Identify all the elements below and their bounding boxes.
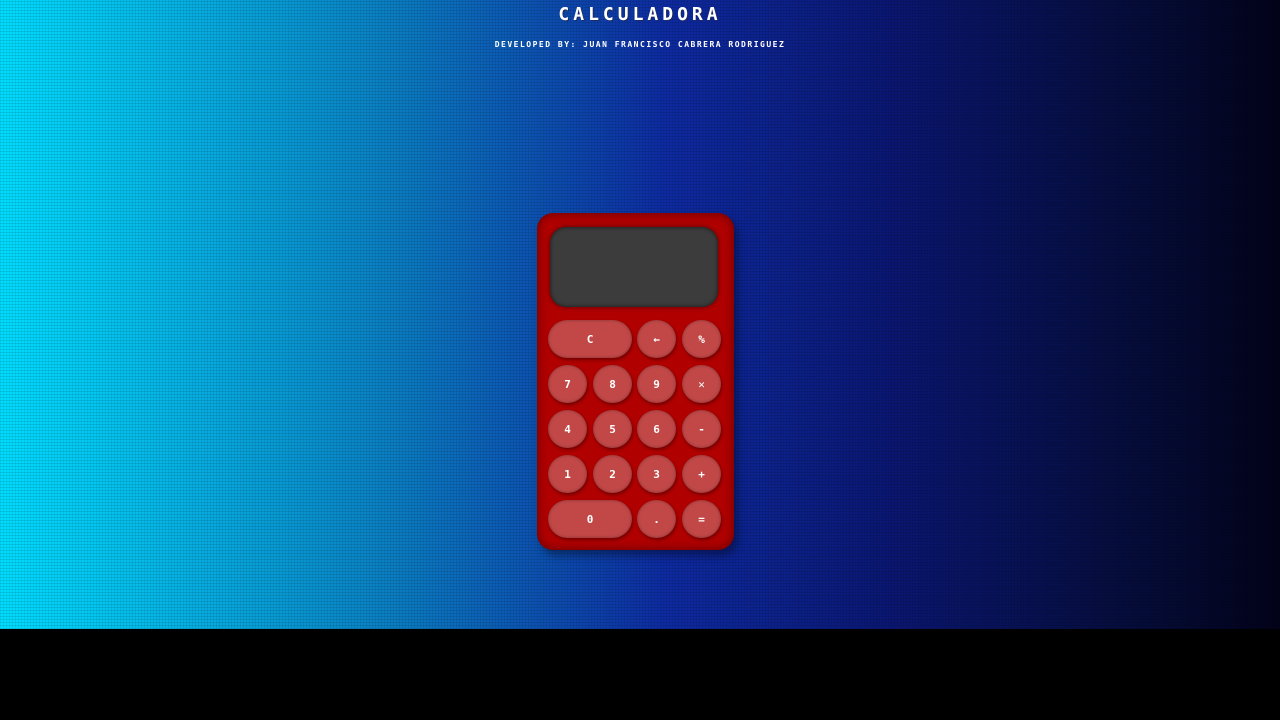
calculator: C ← % 7 8 9 ✕ 4 5 6 - 1 2 3 + 0 . =	[537, 213, 734, 550]
subtract-button[interactable]: -	[682, 410, 721, 448]
equals-button[interactable]: =	[682, 500, 721, 538]
clear-button[interactable]: C	[548, 320, 632, 358]
developer-credit: DEVELOPED BY: JUAN FRANCISCO CABRERA ROD…	[494, 40, 786, 49]
digit-8-button[interactable]: 8	[593, 365, 632, 403]
digit-0-button[interactable]: 0	[548, 500, 632, 538]
decimal-button[interactable]: .	[637, 500, 676, 538]
digit-2-button[interactable]: 2	[593, 455, 632, 493]
multiply-button[interactable]: ✕	[682, 365, 721, 403]
digit-4-button[interactable]: 4	[548, 410, 587, 448]
digit-5-button[interactable]: 5	[593, 410, 632, 448]
calculator-display	[550, 227, 718, 307]
page-title: CALCULADORA	[558, 4, 722, 25]
percent-button[interactable]: %	[682, 320, 721, 358]
digit-3-button[interactable]: 3	[637, 455, 676, 493]
digit-9-button[interactable]: 9	[637, 365, 676, 403]
digit-1-button[interactable]: 1	[548, 455, 587, 493]
add-button[interactable]: +	[682, 455, 721, 493]
digit-6-button[interactable]: 6	[637, 410, 676, 448]
backspace-button[interactable]: ←	[637, 320, 676, 358]
digit-7-button[interactable]: 7	[548, 365, 587, 403]
